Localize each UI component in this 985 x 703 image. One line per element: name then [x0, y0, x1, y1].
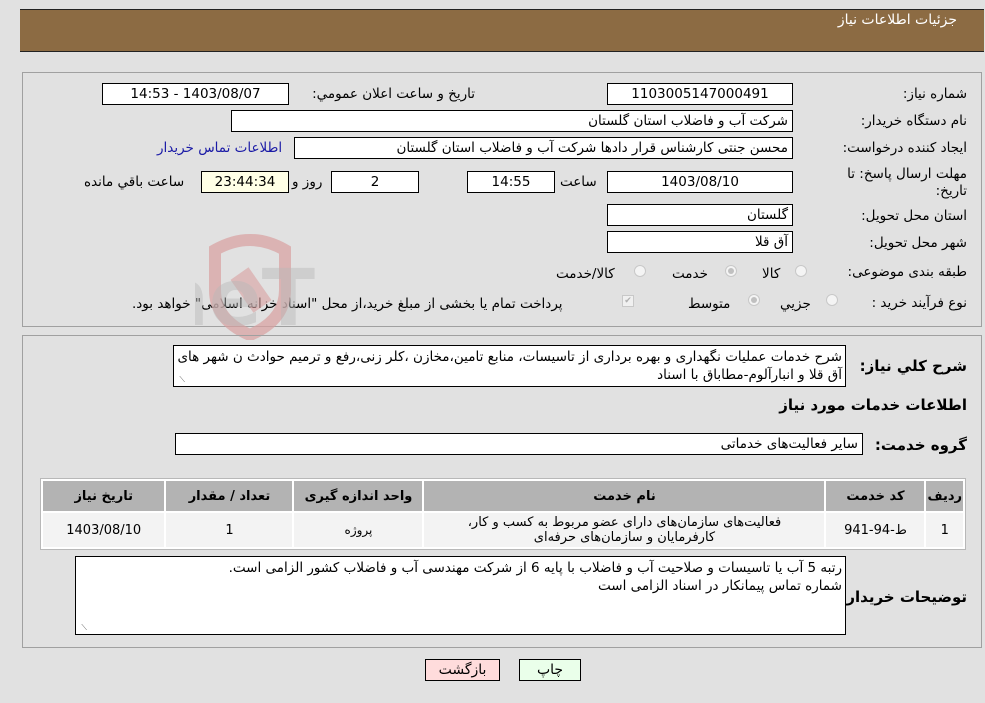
- buyer-notes-textarea[interactable]: رتبه 5 آب یا تاسیسات و صلاحیت آب و فاضلا…: [75, 556, 846, 635]
- category-option-service: خدمت: [672, 266, 708, 282]
- buyer-notes-line2: شماره تماس پیمانکار در اسناد الزامی است: [598, 578, 842, 594]
- announce-datetime-label: تاريخ و ساعت اعلان عمومي:: [312, 86, 475, 102]
- city-field: آق قلا: [607, 231, 793, 253]
- deadline-date-field: 1403/08/10: [607, 171, 793, 193]
- need-number-field: 1103005147000491: [607, 83, 793, 105]
- header-need-date: تاريخ نياز: [43, 481, 165, 511]
- service-group-field: ساير فعاليت‌های خدماتی: [175, 433, 863, 455]
- buyer-notes-line1: رتبه 5 آب یا تاسیسات و صلاحیت آب و فاضلا…: [228, 560, 842, 576]
- services-table: رديف کد خدمت نام خدمت واحد اندازه گيری ت…: [40, 478, 966, 550]
- purchase-radio-minor[interactable]: [826, 294, 838, 306]
- summary-textarea[interactable]: شرح خدمات عملیات نگهداری و بهره برداری ا…: [173, 345, 846, 387]
- buyer-org-field: شرکت آب و فاضلاب استان گلستان: [231, 110, 793, 132]
- purchase-radio-medium[interactable]: [748, 294, 760, 306]
- print-button[interactable]: چاپ: [519, 659, 581, 681]
- purchase-option-minor: جزيي: [780, 296, 811, 312]
- time-remaining-label: ساعت باقي مانده: [84, 174, 185, 190]
- summary-text: شرح خدمات عملیات نگهداری و بهره برداری ا…: [177, 349, 842, 383]
- resize-grip-icon[interactable]: ⟋: [79, 624, 87, 632]
- creator-field: محسن جنتی کارشناس قرار دادها شرکت آب و ف…: [294, 137, 793, 159]
- cell-unit: پروژه: [294, 513, 423, 547]
- header-service-code: کد خدمت: [826, 481, 925, 511]
- category-radio-goods-service[interactable]: [634, 265, 646, 277]
- back-button[interactable]: بازگشت: [425, 659, 500, 681]
- time-remaining-field: 23:44:34: [201, 171, 289, 193]
- category-label: طبقه بندی موضوعی:: [847, 264, 967, 280]
- header-row-number: رديف: [926, 481, 963, 511]
- days-label: روز و: [292, 174, 323, 190]
- services-section-title: اطلاعات خدمات مورد نياز: [779, 396, 967, 414]
- creator-label: ايجاد کننده درخواست:: [842, 140, 967, 156]
- treasury-checkbox[interactable]: ✔: [622, 295, 634, 307]
- header-unit: واحد اندازه گيری: [294, 481, 423, 511]
- purchase-option-medium: متوسط: [688, 296, 731, 312]
- city-label: شهر محل تحويل:: [869, 235, 967, 251]
- cell-quantity: 1: [166, 513, 293, 547]
- deadline-time-label: ساعت: [560, 174, 597, 190]
- buyer-org-label: نام دستگاه خريدار:: [860, 113, 967, 129]
- table-header-row: رديف کد خدمت نام خدمت واحد اندازه گيری ت…: [43, 481, 963, 511]
- deadline-label-line2: تاريخ:: [935, 183, 967, 199]
- announce-datetime-field: 1403/08/07 - 14:53: [102, 83, 289, 105]
- category-option-goods: کالا: [762, 266, 781, 282]
- header-quantity: تعداد / مقدار: [166, 481, 293, 511]
- days-remaining-field: 2: [331, 171, 419, 193]
- table-row: 1 ط-94-941 فعاليت‌های سازمان‌های دارای ع…: [43, 513, 963, 547]
- purchase-type-label: نوع فرآیند خرید :: [871, 295, 967, 311]
- header-service-name: نام خدمت: [424, 481, 825, 511]
- province-field: گلستان: [607, 204, 793, 226]
- deadline-label-line1: مهلت ارسال پاسخ: تا: [847, 166, 967, 182]
- resize-grip-icon[interactable]: ⟋: [177, 376, 185, 384]
- category-option-goods-service: کالا/خدمت: [556, 266, 615, 282]
- cell-service-name: فعاليت‌های سازمان‌های دارای عضو مربوط به…: [424, 513, 825, 547]
- need-number-label: شماره نیاز:: [902, 86, 967, 102]
- buyer-contact-link[interactable]: اطلاعات تماس خريدار: [157, 140, 282, 156]
- category-radio-goods[interactable]: [795, 265, 807, 277]
- cell-service-code: ط-94-941: [826, 513, 925, 547]
- buyer-notes-label: توضيحات خريدار:: [840, 588, 967, 606]
- cell-row-number: 1: [926, 513, 963, 547]
- cell-need-date: 1403/08/10: [43, 513, 165, 547]
- province-label: استان محل تحويل:: [861, 208, 967, 224]
- category-radio-service[interactable]: [725, 265, 737, 277]
- service-group-label: گروه خدمت:: [874, 436, 967, 454]
- deadline-time-field: 14:55: [467, 171, 555, 193]
- page-title: جزئیات اطلاعات نیاز: [837, 12, 957, 28]
- treasury-checkbox-label: پرداخت تمام يا بخشی از مبلغ خريد،از محل …: [132, 296, 563, 312]
- summary-label: شرح کلي نياز:: [859, 357, 967, 375]
